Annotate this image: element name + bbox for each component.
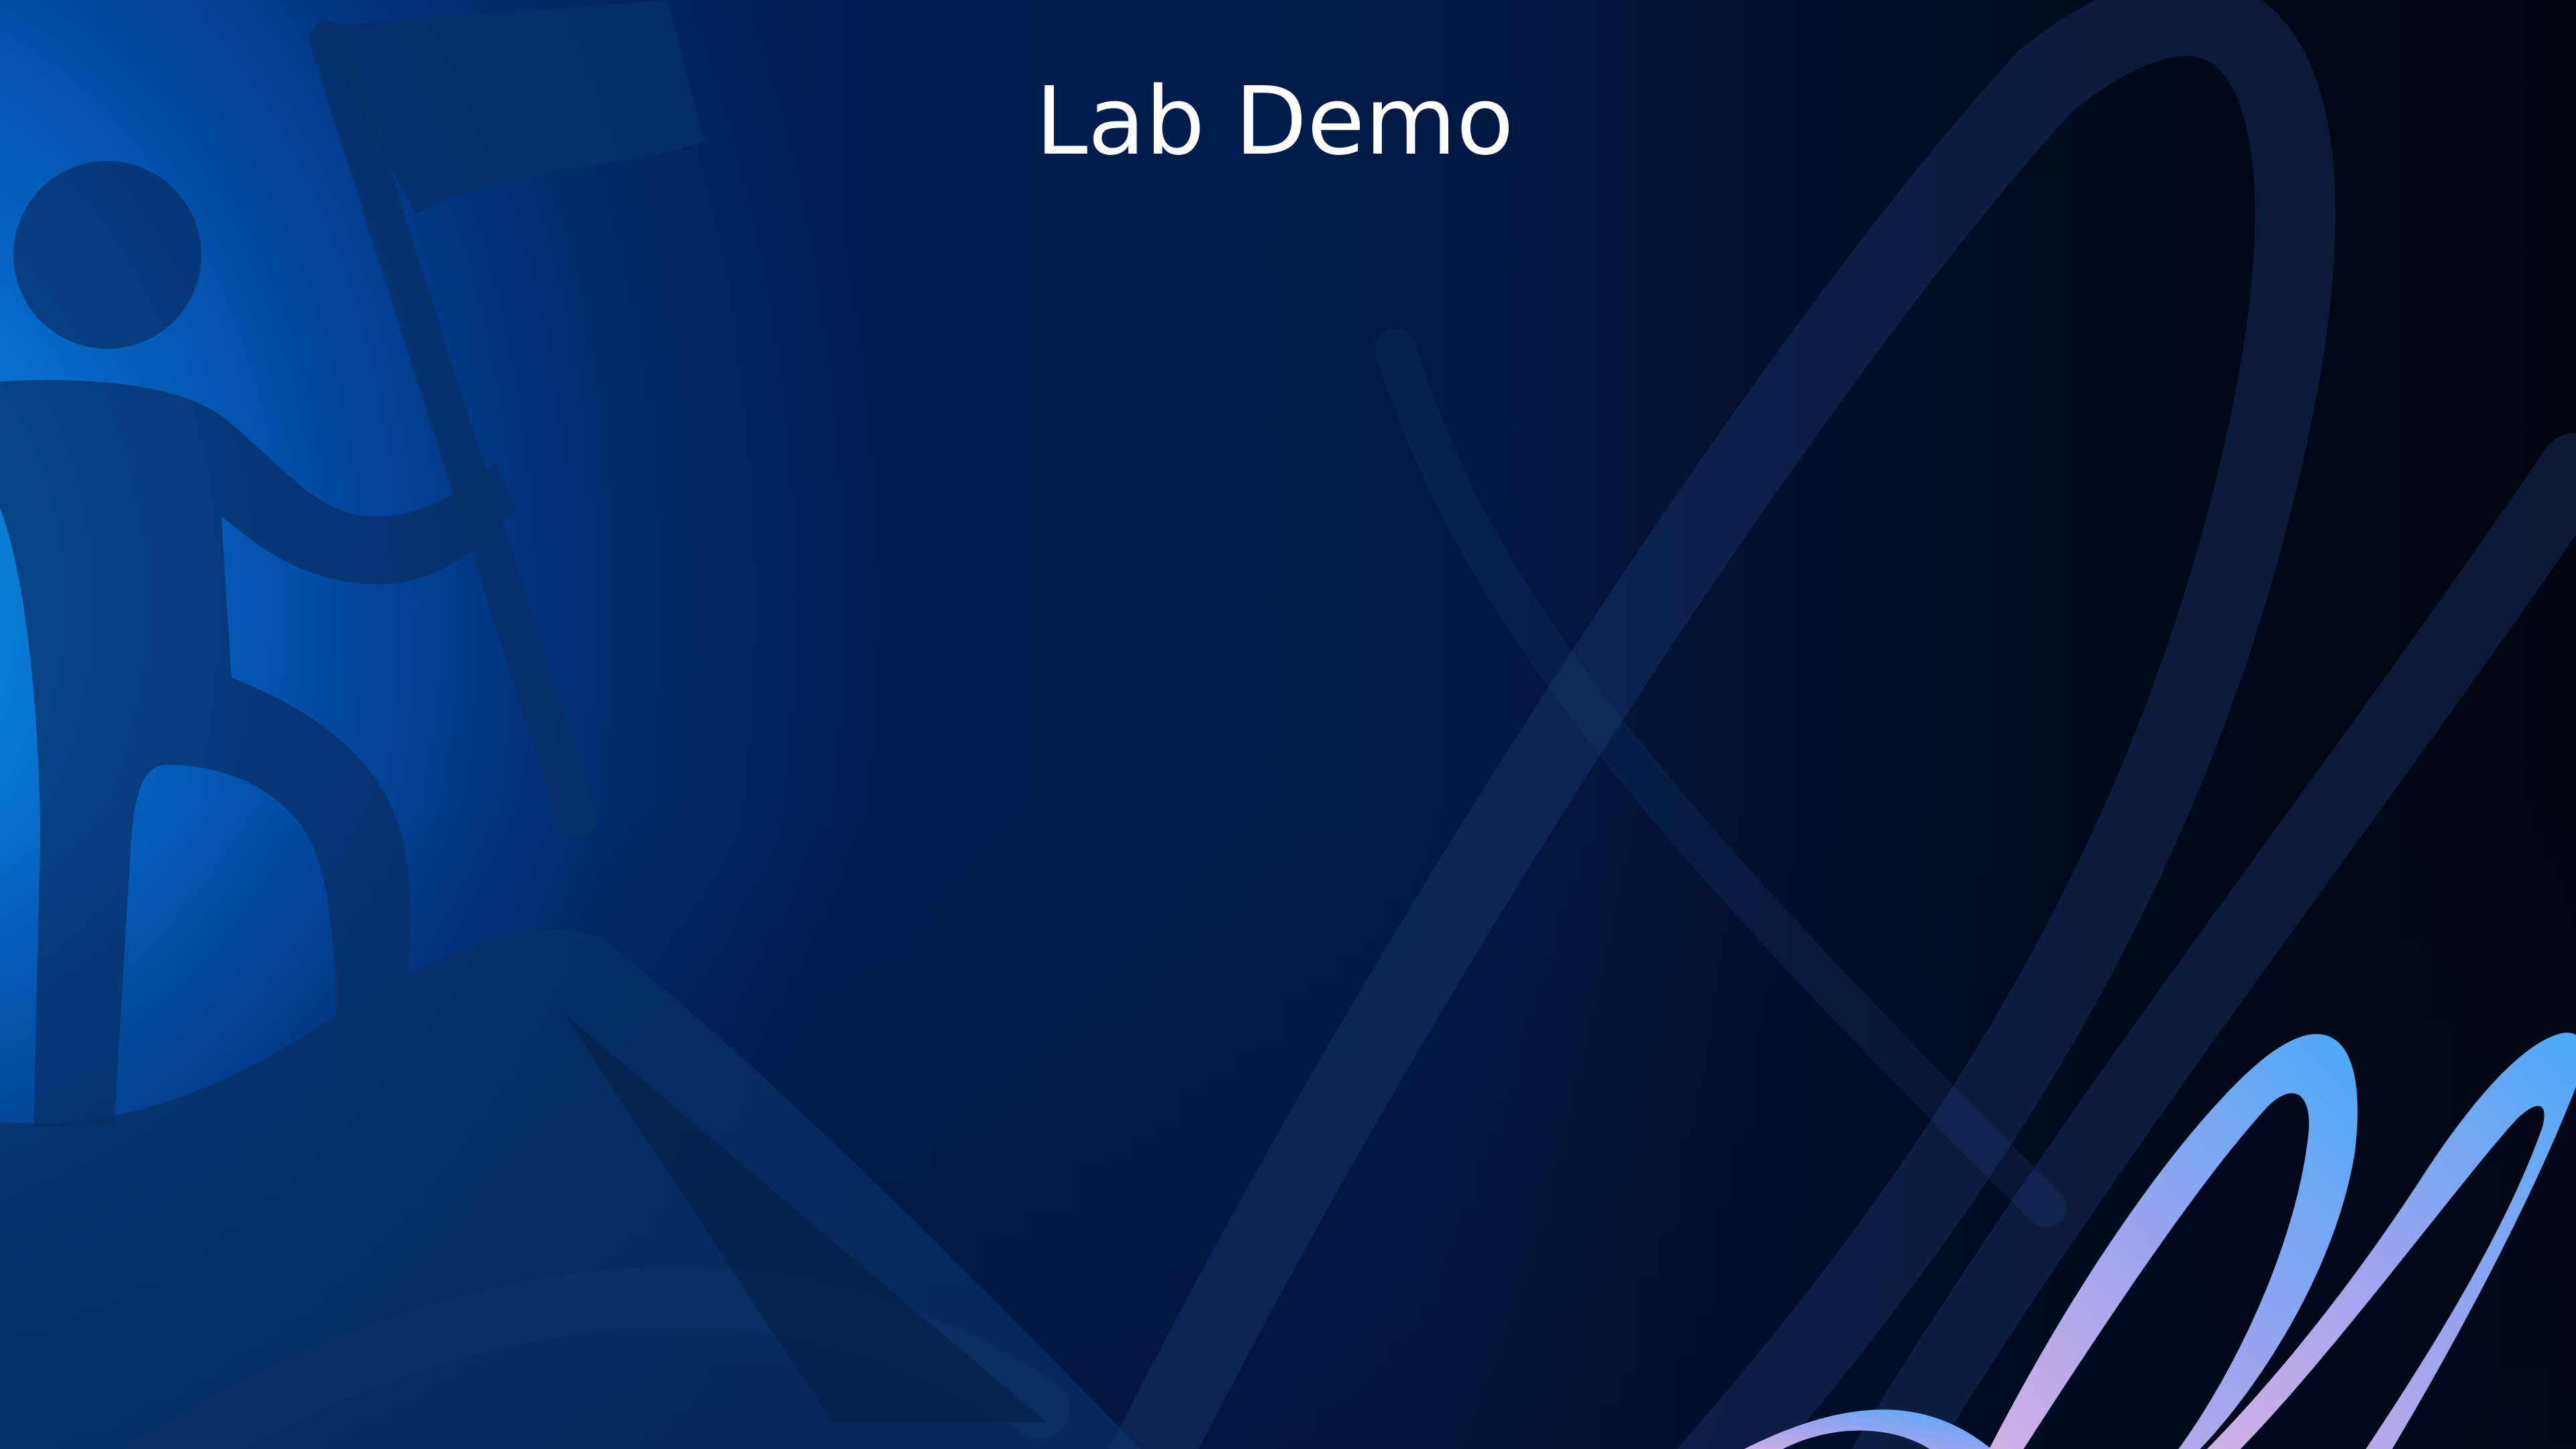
slide: Lab Demo (0, 0, 2576, 1449)
person-with-flag-icon (0, 0, 1140, 1449)
background-decoration (0, 0, 2576, 1449)
slide-title: Lab Demo (1035, 67, 1514, 176)
